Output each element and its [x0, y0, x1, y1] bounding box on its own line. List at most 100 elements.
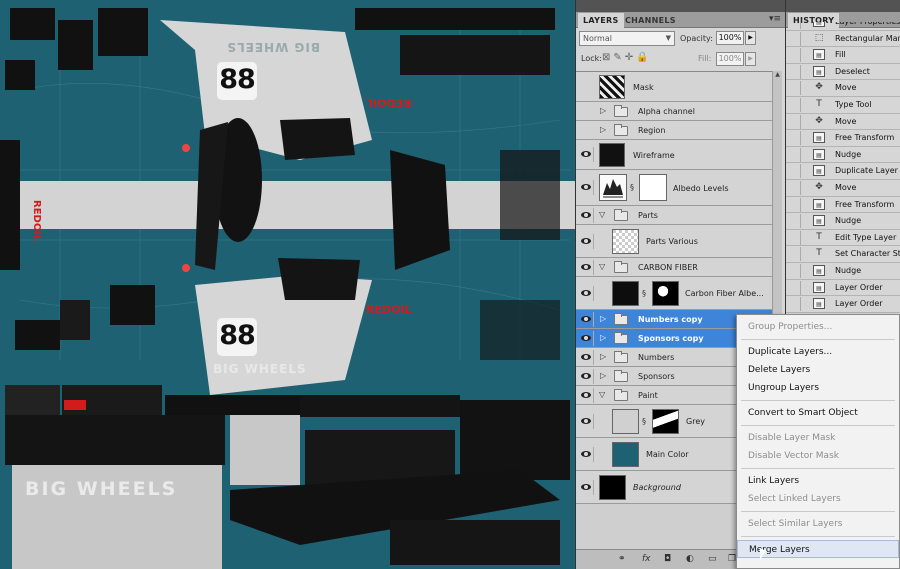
history-snapshot-checkbox[interactable]	[789, 197, 801, 212]
history-item-label: Deselect	[835, 66, 870, 76]
opacity-slider-arrow-icon[interactable]: ▶	[745, 31, 756, 45]
chain-link-icon[interactable]: §	[630, 183, 634, 192]
layer-row-parts[interactable]: ▽ Parts	[576, 206, 772, 225]
history-snapshot-checkbox[interactable]	[789, 22, 801, 29]
new-layer-icon[interactable]: ❐	[728, 554, 736, 564]
history-list[interactable]: ▤ Layer Properties ⬚ Rectangular Marquee ▤ Fi…	[786, 22, 900, 322]
layer-row-region[interactable]: ▷ Region	[576, 121, 772, 140]
expand-arrow-icon[interactable]: ▷	[600, 371, 606, 380]
visibility-eye-icon[interactable]	[579, 312, 594, 327]
chain-link-icon[interactable]: §	[642, 289, 646, 298]
history-snapshot-checkbox[interactable]	[789, 81, 801, 96]
history-item[interactable]: ▤ Duplicate Layer	[786, 163, 900, 180]
history-item[interactable]: ▤ Nudge	[786, 213, 900, 230]
visibility-eye-icon[interactable]	[579, 208, 594, 223]
expand-arrow-icon[interactable]: ▷	[600, 314, 606, 323]
history-item-label: Layer Properties	[835, 22, 900, 26]
history-snapshot-checkbox[interactable]	[789, 131, 801, 146]
expand-arrow-icon[interactable]: ▷	[600, 106, 606, 115]
layer-row-wireframe[interactable]: Wireframe	[576, 140, 772, 170]
fill-input[interactable]: 100%	[716, 52, 744, 66]
history-snapshot-checkbox[interactable]	[789, 98, 801, 112]
history-item[interactable]: ✥ Move	[786, 80, 900, 97]
visibility-eye-icon[interactable]	[579, 234, 594, 249]
expand-arrow-icon[interactable]: ▷	[600, 125, 606, 134]
panel-dock-strip	[786, 0, 900, 12]
adjustment-icon[interactable]: ◐	[686, 554, 694, 564]
history-item[interactable]: T Type Tool	[786, 97, 900, 114]
visibility-eye-icon[interactable]	[579, 286, 594, 301]
history-item[interactable]: ▤ Deselect	[786, 64, 900, 81]
lock-options-icon[interactable]: ⊠✎✛🔒	[602, 52, 652, 63]
menu-item-convert-to-smart-object[interactable]: Convert to Smart Object	[737, 404, 899, 422]
panel-menu-icon[interactable]: ▾≡	[769, 14, 781, 24]
visibility-eye-icon[interactable]	[579, 369, 594, 384]
tab-layers[interactable]: LAYERS	[578, 13, 624, 28]
history-item[interactable]: ▤ Layer Order	[786, 296, 900, 313]
history-snapshot-checkbox[interactable]	[789, 181, 801, 195]
history-item[interactable]: ▤ Layer Properties	[786, 22, 900, 31]
visibility-eye-icon[interactable]	[579, 480, 594, 495]
link-icon[interactable]: ⚭	[618, 554, 626, 564]
visibility-eye-icon[interactable]	[579, 388, 594, 403]
layer-row-mask[interactable]: Mask	[576, 72, 772, 102]
fill-slider-arrow-icon[interactable]: ▶	[745, 52, 756, 66]
history-snapshot-checkbox[interactable]	[789, 48, 801, 63]
menu-item-link-layers[interactable]: Link Layers	[737, 472, 899, 490]
history-item[interactable]: ▤ Fill	[786, 47, 900, 64]
history-item[interactable]: ✥ Move	[786, 180, 900, 197]
menu-item-ungroup-layers[interactable]: Ungroup Layers	[737, 379, 899, 397]
history-item[interactable]: ✥ Move	[786, 114, 900, 131]
layer-row-carbon-fiber[interactable]: ▽ CARBON FIBER	[576, 258, 772, 277]
layer-name: Numbers	[638, 353, 675, 362]
history-item[interactable]: ▤ Free Transform	[786, 130, 900, 147]
opacity-input[interactable]: 100%	[716, 31, 744, 45]
history-snapshot-checkbox[interactable]	[789, 64, 801, 79]
expand-arrow-icon[interactable]: ▷	[600, 333, 606, 342]
history-snapshot-checkbox[interactable]	[789, 214, 801, 229]
history-snapshot-checkbox[interactable]	[789, 114, 801, 129]
history-snapshot-checkbox[interactable]	[789, 31, 801, 46]
menu-item-delete-layers[interactable]: Delete Layers	[737, 361, 899, 379]
layer-row-carbon-fiber-albedo[interactable]: § Carbon Fiber Albe...	[576, 277, 772, 310]
chain-link-icon[interactable]: §	[642, 417, 646, 426]
history-item[interactable]: T Set Character Style	[786, 246, 900, 263]
history-item[interactable]: ▤ Nudge	[786, 263, 900, 280]
visibility-eye-icon[interactable]	[579, 331, 594, 346]
history-snapshot-checkbox[interactable]	[789, 147, 801, 162]
collapse-arrow-icon[interactable]: ▽	[599, 262, 605, 271]
history-snapshot-checkbox[interactable]	[789, 297, 801, 312]
history-snapshot-checkbox[interactable]	[789, 264, 801, 278]
mask-icon[interactable]: ◘	[664, 554, 671, 564]
menu-item-duplicate-layers[interactable]: Duplicate Layers...	[737, 343, 899, 361]
layer-row-alpha-channel[interactable]: ▷ Alpha channel	[576, 102, 772, 121]
history-snapshot-checkbox[interactable]	[789, 230, 801, 245]
scroll-up-icon[interactable]: ▲	[773, 71, 782, 81]
visibility-eye-icon[interactable]	[579, 414, 594, 429]
layer-mask-thumbnail	[652, 409, 679, 434]
fx-icon[interactable]: fx	[642, 554, 651, 564]
history-item[interactable]: ▤ Free Transform	[786, 197, 900, 214]
history-item-label: Fill	[835, 50, 846, 60]
expand-arrow-icon[interactable]: ▷	[600, 352, 606, 361]
history-item[interactable]: ▤ Nudge	[786, 147, 900, 164]
blend-mode-select[interactable]: Normal ▼	[579, 31, 675, 46]
layer-row-parts-various[interactable]: Parts Various	[576, 225, 772, 258]
visibility-eye-icon[interactable]	[579, 350, 594, 365]
layer-row-albedo-levels[interactable]: § Albedo Levels	[576, 170, 772, 206]
tab-channels[interactable]: CHANNELS	[620, 13, 681, 28]
history-item[interactable]: ⬚ Rectangular Marquee	[786, 31, 900, 48]
visibility-eye-icon[interactable]	[579, 180, 594, 195]
history-snapshot-checkbox[interactable]	[789, 247, 801, 262]
history-item[interactable]: ▤ Layer Order	[786, 280, 900, 297]
folder-icon[interactable]: ▭	[708, 554, 717, 564]
visibility-eye-icon[interactable]	[579, 260, 594, 275]
collapse-arrow-icon[interactable]: ▽	[599, 390, 605, 399]
collapse-arrow-icon[interactable]: ▽	[599, 210, 605, 219]
visibility-eye-icon[interactable]	[579, 147, 594, 162]
document-canvas[interactable]: 88 88 BIG WHEELS BIG WHEELS BIG WHEELS R…	[0, 0, 575, 569]
history-item[interactable]: T Edit Type Layer	[786, 230, 900, 247]
history-snapshot-checkbox[interactable]	[789, 280, 801, 295]
visibility-eye-icon[interactable]	[579, 447, 594, 462]
history-snapshot-checkbox[interactable]	[789, 164, 801, 179]
